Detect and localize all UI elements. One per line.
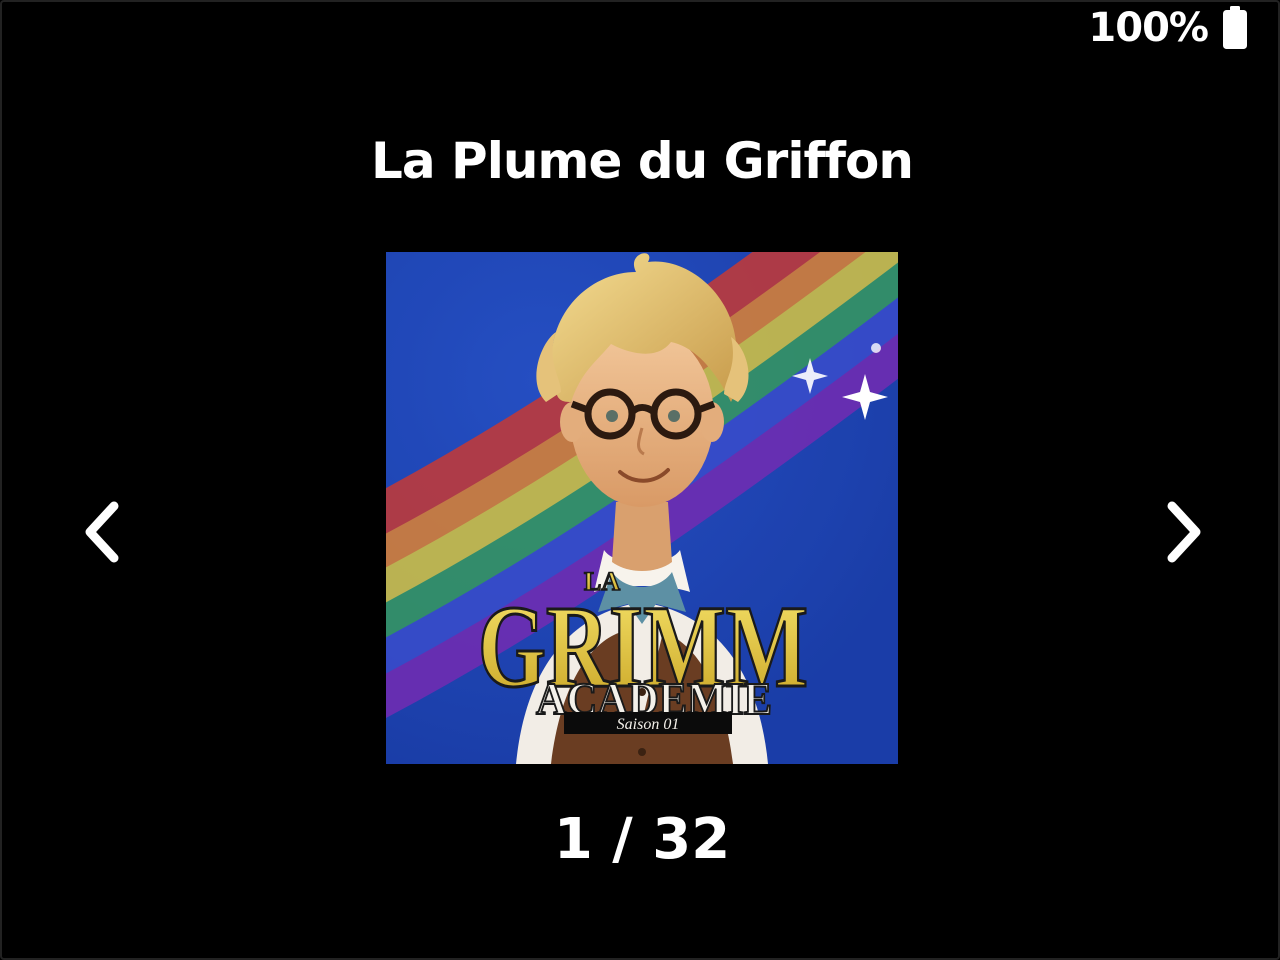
book-cover[interactable]: LA GRIMM ACADEMIE Saison 01 [386,252,898,764]
previous-button[interactable] [66,492,146,572]
battery-full-icon [1222,6,1248,50]
chevron-left-icon [85,501,119,563]
next-button[interactable] [1140,492,1220,572]
status-bar: 100% [1088,5,1248,51]
reader-screen: 100% La Plume du Griffon LA GRIMM ACADEM… [0,0,1280,960]
cover-illustration: LA GRIMM ACADEMIE Saison 01 [386,252,898,764]
cover-logo-saison: Saison 01 [617,716,680,733]
chevron-right-icon [1167,501,1201,563]
battery-percent: 100% [1088,5,1209,51]
book-title: La Plume du Griffon [371,132,914,190]
page-counter: 1 / 32 [553,807,731,872]
